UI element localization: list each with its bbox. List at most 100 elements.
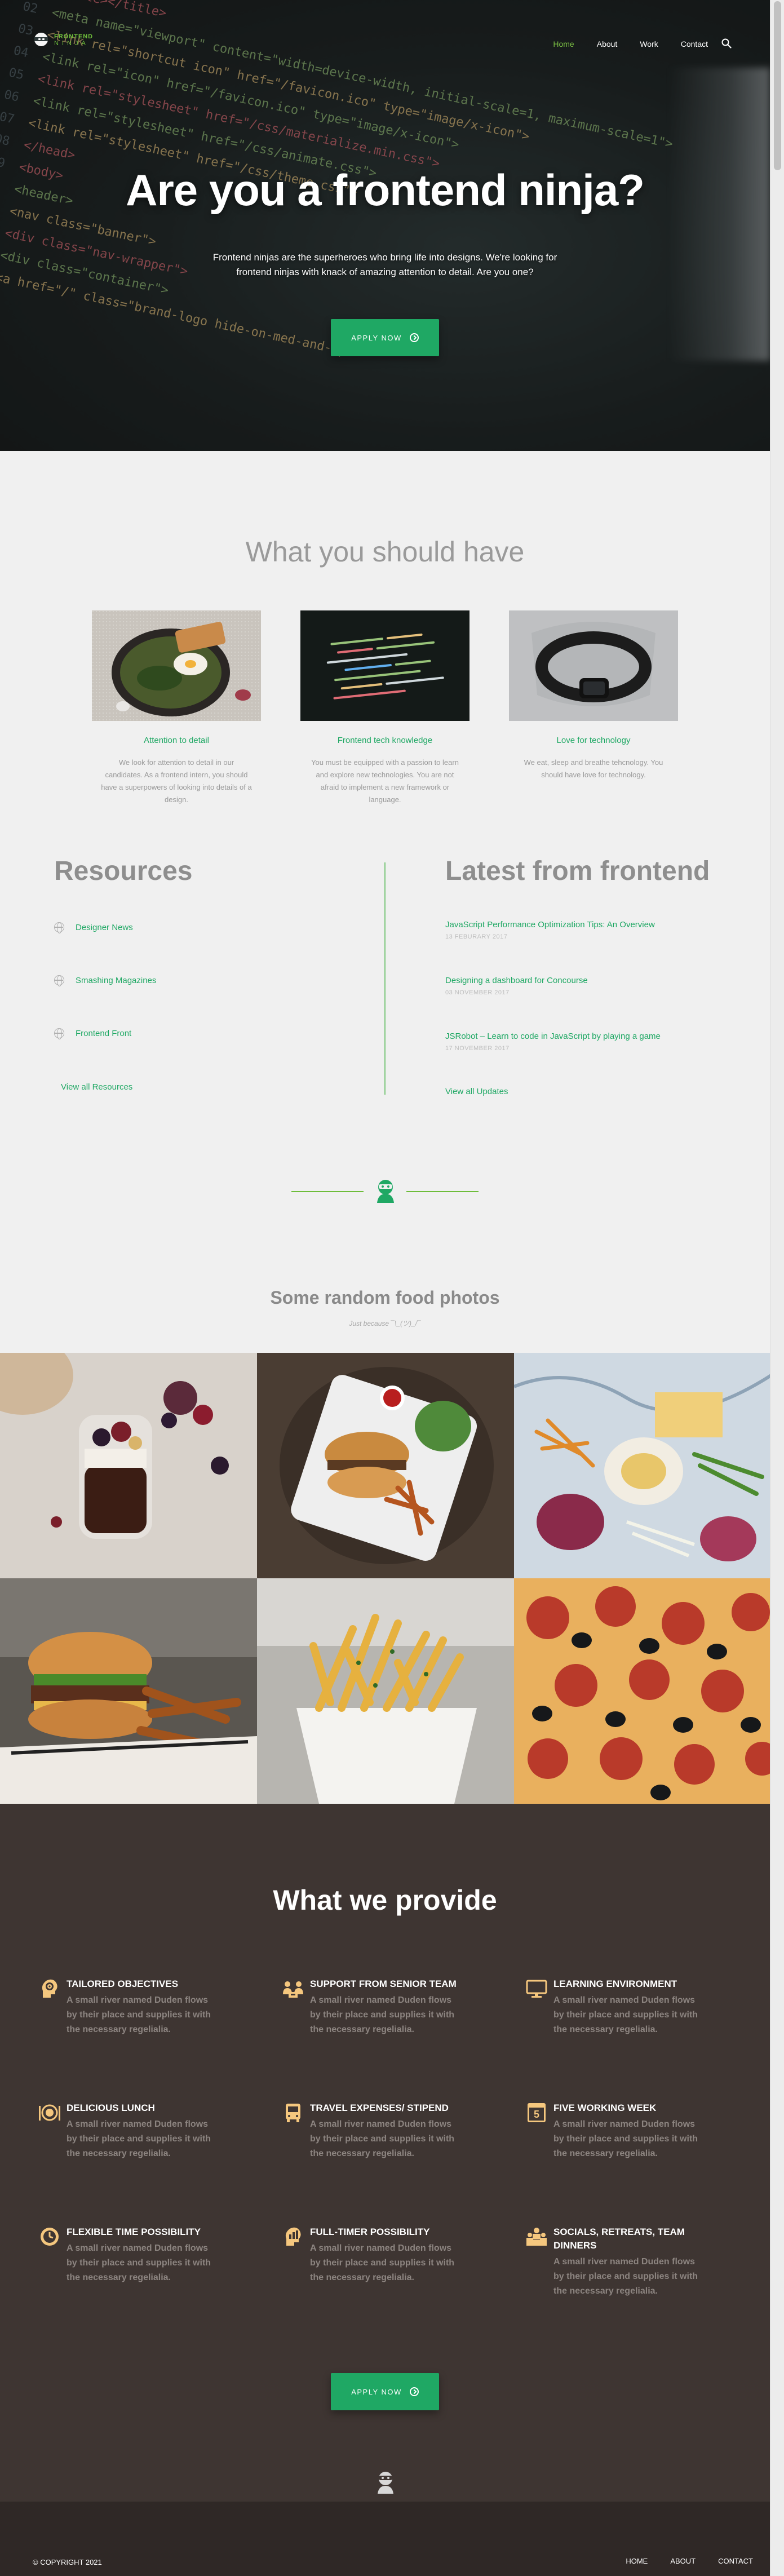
smartwatch-image (509, 610, 678, 721)
card-description: We eat, sleep and breathe tehcnology. Yo… (524, 758, 663, 779)
feature-description: A small river named Duden flows by their… (67, 1995, 211, 2034)
burger-fries-photo (0, 1578, 257, 1804)
provide-section: What we provide TAILORED OBJECTIVES A sm… (0, 1804, 770, 2502)
divider-line (291, 1191, 364, 1192)
feature-item: DELICIOUS LUNCH A small river named Dude… (38, 2101, 219, 2161)
post-title-link[interactable]: Designing a dashboard for Concourse (445, 976, 588, 985)
feature-title: SUPPORT FROM SENIOR TEAM (310, 1979, 457, 1989)
feature-item: SUPPORT FROM SENIOR TEAM A small river n… (282, 1977, 462, 2037)
card-title: Attention to detail (144, 736, 209, 745)
feature-description: A small river named Duden flows by their… (310, 1995, 455, 2034)
nav-work[interactable]: Work (640, 39, 658, 48)
feature-title: TAILORED OBJECTIVES (67, 1979, 179, 1989)
site-logo[interactable]: FRONTEND NINJA (33, 32, 93, 48)
feature-item: TAILORED OBJECTIVES A small river named … (38, 1977, 219, 2037)
target-head-icon (42, 1979, 57, 1998)
page-scrollbar[interactable] (770, 0, 784, 2576)
nav-about[interactable]: About (597, 39, 618, 48)
feature-description: A small river named Duden flows by their… (553, 1995, 698, 2034)
resource-link[interactable]: Designer News (54, 922, 133, 933)
resource-link[interactable]: Frontend Front (54, 1028, 131, 1039)
resources-title: Resources (54, 856, 193, 886)
arrow-circle-icon (409, 2387, 419, 2396)
apply-label: APPLY NOW (351, 2387, 402, 2396)
page: 01<title></title> 02<meta name="viewport… (0, 0, 784, 2576)
view-all-updates-link[interactable]: View all Updates (445, 1087, 508, 1096)
footer-contact-link[interactable]: CONTACT (718, 2557, 753, 2565)
footer-home-link[interactable]: HOME (626, 2557, 648, 2565)
card-description: We look for attention to detail in our c… (101, 758, 252, 804)
clock-icon (41, 2228, 59, 2246)
feature-description: A small river named Duden flows by their… (67, 2243, 211, 2282)
group-icon (526, 2228, 547, 2246)
globe-icon (54, 922, 64, 933)
logo-line2: NINJA (54, 40, 89, 47)
calendar-icon: 5 (528, 2103, 546, 2122)
hero-apply-button[interactable]: APPLY NOW (331, 319, 439, 356)
hero-subtitle: Frontend ninjas are the superheroes who … (212, 252, 557, 277)
logo-line1: FRONTEND (54, 33, 94, 40)
hero-title: Are you a frontend ninja? (126, 165, 645, 215)
feature-title: FULL-TIMER POSSIBILITY (310, 2227, 430, 2237)
footer: © COPYRIGHT 2021 HOME ABOUT CONTACT (0, 2502, 770, 2576)
feature-title: SOCIALS, RETREATS, TEAM DINNERS (553, 2227, 685, 2251)
feature-description: A small river named Duden flows by their… (553, 2119, 698, 2158)
view-all-resources-link[interactable]: View all Resources (61, 1082, 132, 1092)
platter-photo (514, 1353, 771, 1578)
feature-item: FULL-TIMER POSSIBILITY A small river nam… (282, 2225, 462, 2285)
feature-item: FLEXIBLE TIME POSSIBILITY A small river … (38, 2225, 219, 2285)
provide-title: What we provide (273, 1884, 497, 1916)
post-title-link[interactable]: JSRobot – Learn to code in JavaScript by… (445, 1032, 661, 1041)
provide-apply-button[interactable]: APPLY NOW (331, 2373, 439, 2410)
feature-title: FIVE WORKING WEEK (553, 2103, 657, 2113)
ninja-logo-icon (33, 32, 50, 48)
post-date: 13 FEBURARY 2017 (445, 933, 508, 940)
post-title-link[interactable]: JavaScript Performance Optimization Tips… (445, 920, 655, 930)
plate-icon (39, 2104, 60, 2121)
feature-item: TRAVEL EXPENSES/ STIPEND A small river n… (282, 2101, 462, 2161)
hero: 01<title></title> 02<meta name="viewport… (0, 0, 770, 451)
scrollbar-thumb[interactable] (774, 1, 781, 170)
requirements-title: What you should have (245, 536, 525, 568)
globe-icon (54, 1028, 64, 1039)
latest-title: Latest from frontend (445, 856, 710, 886)
footer-about-link[interactable]: ABOUT (670, 2557, 696, 2565)
requirement-card: Frontend tech knowledge You must be equi… (300, 610, 469, 806)
globe-icon (54, 975, 64, 986)
arrow-circle-icon (409, 333, 419, 342)
resource-link[interactable]: Smashing Magazines (54, 975, 156, 986)
feature-description: A small river named Duden flows by their… (310, 2243, 455, 2282)
nav-contact[interactable]: Contact (681, 39, 708, 48)
growth-head-icon (285, 2227, 301, 2246)
hero-overlay (0, 0, 770, 451)
dessert-photo (0, 1353, 257, 1578)
feature-item: SOCIALS, RETREATS, TEAM DINNERS A small … (525, 2225, 706, 2299)
footer-links: HOME ABOUT CONTACT (626, 2557, 753, 2565)
feature-title: FLEXIBLE TIME POSSIBILITY (67, 2227, 201, 2237)
monitor-icon (526, 1980, 547, 1998)
team-icon (283, 1981, 303, 1998)
copyright: © COPYRIGHT 2021 (33, 2558, 102, 2566)
food-subtitle: Just because ¯\_(ツ)_/¯ (349, 1320, 421, 1327)
top-nav: FRONTEND NINJA Home About Work Contact (0, 0, 770, 48)
nav-links: Home About Work Contact (553, 39, 708, 48)
nav-home[interactable]: Home (553, 39, 574, 48)
post-item: Designing a dashboard for Concourse 03 N… (445, 976, 588, 996)
food-title: Some random food photos (270, 1287, 500, 1308)
ninja-icon (377, 1180, 394, 1203)
post-date: 03 NOVEMBER 2017 (445, 989, 510, 996)
fries-photo (257, 1578, 514, 1804)
card-title: Love for technology (556, 736, 631, 745)
section-divider (291, 1178, 479, 1203)
search-icon[interactable] (721, 38, 732, 48)
calendar-digit: 5 (533, 2109, 539, 2120)
feature-item: LEARNING ENVIRONMENT A small river named… (525, 1977, 706, 2037)
feature-title: DELICIOUS LUNCH (67, 2103, 155, 2113)
burger-plate-photo (257, 1353, 514, 1578)
card-description: You must be equipped with a passion to l… (311, 758, 459, 804)
ninja-footer-icon (378, 2472, 393, 2494)
code-screen-image (300, 610, 469, 721)
requirement-card: Attention to detail We look for attentio… (92, 610, 261, 806)
food-skillet-image (92, 610, 261, 721)
post-item: JavaScript Performance Optimization Tips… (445, 920, 655, 940)
